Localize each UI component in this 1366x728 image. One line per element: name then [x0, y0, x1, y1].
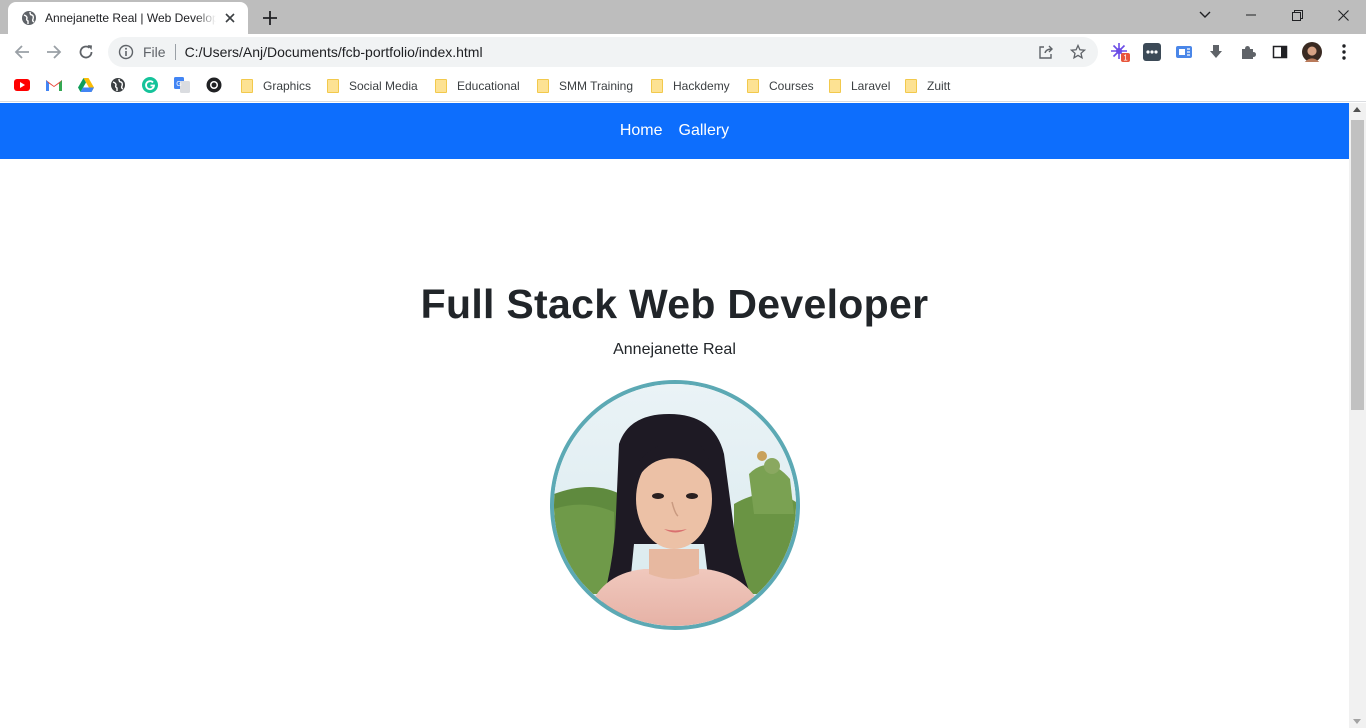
scroll-down-icon[interactable] [1353, 719, 1361, 724]
tab-strip: Annejanette Real | Web Developer [0, 0, 1366, 34]
nav-link-home[interactable]: Home [620, 122, 663, 140]
globe-icon [21, 10, 37, 26]
folder-icon [435, 79, 447, 93]
scroll-up-icon[interactable] [1353, 107, 1361, 112]
folder-icon [905, 79, 917, 93]
bookmark-label: Courses [769, 79, 814, 93]
avatar[interactable] [1302, 42, 1322, 62]
bookmark-label: Graphics [263, 79, 312, 93]
github-icon[interactable] [206, 77, 222, 93]
bookmark-label: Hackdemy [673, 79, 730, 93]
google-drive-icon[interactable] [78, 77, 94, 93]
arrow-left-icon[interactable] [8, 38, 36, 66]
bookmark-folder-educational[interactable]: Educational [435, 76, 520, 96]
close-tab-icon[interactable] [222, 10, 238, 26]
folder-icon [241, 79, 253, 93]
bookmark-folder-zuitt[interactable]: Zuitt [905, 76, 950, 96]
site-navbar: Home Gallery [0, 103, 1349, 159]
extension-sparkle-icon[interactable]: 1 [1110, 42, 1130, 62]
address-bar[interactable]: File C:/Users/Anj/Documents/fcb-portfoli… [108, 37, 1098, 67]
grammarly-icon[interactable] [142, 77, 158, 93]
folder-icon [829, 79, 841, 93]
restore-icon[interactable] [1274, 0, 1320, 30]
minimize-icon[interactable] [1228, 0, 1274, 30]
bookmark-folder-smm-training[interactable]: SMM Training [537, 76, 633, 96]
bookmark-label: Social Media [349, 79, 418, 93]
folder-icon [327, 79, 339, 93]
folder-icon [747, 79, 759, 93]
profile-photo [550, 380, 800, 630]
author-name: Annejanette Real [613, 341, 736, 358]
google-translate-icon[interactable]: G [174, 77, 190, 93]
bookmark-label: Laravel [851, 79, 891, 93]
scroll-thumb[interactable] [1351, 120, 1364, 410]
bookmark-folder-laravel[interactable]: Laravel [829, 76, 890, 96]
side-panel-icon[interactable] [1270, 42, 1290, 62]
bookmark-label: Zuitt [927, 79, 951, 93]
nav-link-gallery[interactable]: Gallery [679, 122, 730, 140]
gmail-icon[interactable] [46, 77, 62, 93]
page-scrollbar[interactable] [1349, 103, 1366, 728]
url-scheme: File [143, 44, 166, 60]
url-text[interactable]: C:/Users/Anj/Documents/fcb-portfolio/ind… [185, 44, 483, 60]
bookmark-folder-graphics[interactable]: Graphics [241, 76, 311, 96]
folder-icon [537, 79, 549, 93]
extension-badge: 1 [1123, 54, 1128, 63]
kebab-menu-icon[interactable] [1334, 42, 1354, 62]
bookmarks-bar: G Graphics Social Media Educational SMM … [0, 70, 1366, 102]
bookmark-label: Educational [457, 79, 520, 93]
browser-toolbar: File C:/Users/Anj/Documents/fcb-portfoli… [0, 34, 1366, 70]
extension-translate-icon[interactable] [1174, 42, 1194, 62]
page-viewport: Home Gallery Full Stack Web Developer An… [0, 103, 1349, 728]
new-tab-icon[interactable] [259, 7, 281, 29]
bookmark-folder-hackdemy[interactable]: Hackdemy [651, 76, 730, 96]
bookmark-folder-social-media[interactable]: Social Media [327, 76, 418, 96]
svg-text:G: G [176, 81, 181, 88]
close-window-icon[interactable] [1320, 0, 1366, 30]
download-icon[interactable] [1206, 42, 1226, 62]
reload-icon[interactable] [72, 38, 100, 66]
tab-search-icon[interactable] [1182, 0, 1228, 30]
arrow-right-icon[interactable] [40, 38, 68, 66]
browser-tab[interactable]: Annejanette Real | Web Developer [8, 2, 248, 34]
star-icon[interactable] [1070, 44, 1086, 60]
extension-dots-icon[interactable] [1142, 42, 1162, 62]
puzzle-extensions-icon[interactable] [1238, 42, 1258, 62]
bookmark-label: SMM Training [559, 79, 634, 93]
tab-title: Annejanette Real | Web Developer [45, 11, 216, 25]
youtube-icon[interactable] [14, 77, 30, 93]
info-icon[interactable] [118, 44, 134, 60]
globe-icon[interactable] [110, 77, 126, 93]
page-title: Full Stack Web Developer [420, 281, 929, 327]
share-icon[interactable] [1038, 44, 1054, 60]
bookmark-folder-courses[interactable]: Courses [747, 76, 814, 96]
url-separator [174, 44, 176, 60]
folder-icon [651, 79, 663, 93]
